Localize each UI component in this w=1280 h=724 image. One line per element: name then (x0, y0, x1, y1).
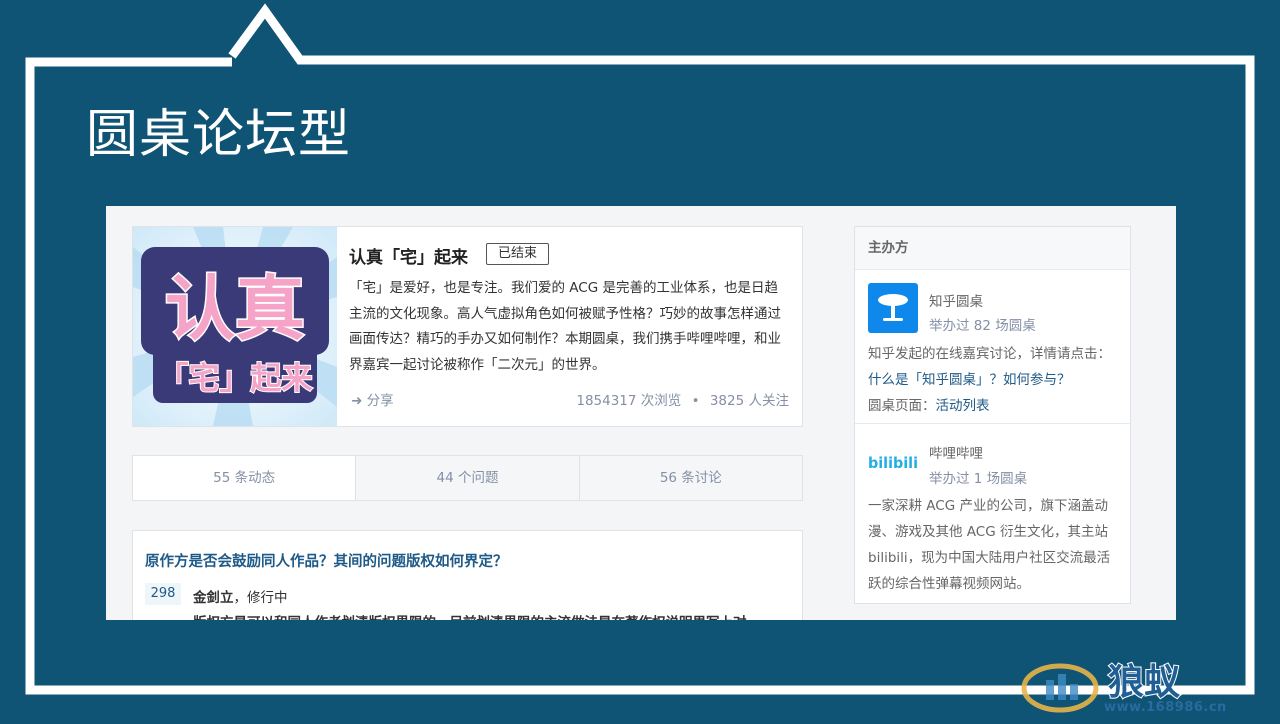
zhihu-roundtable-logo[interactable] (868, 283, 918, 333)
organizer-count: 举办过 82 场圆桌 (929, 318, 1036, 334)
follower-count: 3825 人关注 (709, 393, 789, 409)
sidebar-heading: 主办方 (855, 227, 1130, 270)
share-label: 分享 (366, 393, 394, 409)
question-card: 原作方是否会鼓励同人作品？其间的问题版权如何界定？ 298 金釗立，修行中 版权… (132, 530, 803, 620)
cover-line2: 「宅」起来 (158, 361, 313, 397)
status-badge: 已结束 (486, 243, 550, 265)
organizer-count: 举办过 1 场圆桌 (929, 471, 1028, 487)
roundtable-title[interactable]: 认真「宅」起来 (349, 243, 468, 268)
tab-questions[interactable]: 44 个问题 (355, 456, 579, 500)
slide-title: 圆桌论坛型 (86, 105, 352, 165)
roundtable-card: 认真 「宅」起来 认真「宅」起来 已结束 「宅」是爱好，也是专注。我们爱的 AC… (132, 226, 803, 427)
cover-line1: 认真 (165, 268, 305, 350)
share-button[interactable]: ➜ 分享 (351, 389, 394, 409)
roundtable-stats: 1854317 次浏览 • 3825 人关注 (576, 389, 789, 409)
org-desc-text-2: 圆桌页面： (868, 398, 936, 414)
organizer-description: 知乎发起的在线嘉宾讨论，详情请点击： 什么是「知乎圆桌」？如何参与？ 圆桌页面：活… (868, 341, 1123, 419)
organizer-bilibili: bilibili 哔哩哔哩 举办过 1 场圆桌 一家深耕 ACG 产业的公司，旗… (855, 424, 1130, 604)
cover-image[interactable]: 认真 「宅」起来 (133, 227, 337, 426)
watermark-text: 狼蚁 (1108, 661, 1181, 703)
answer-author: 金釗立，修行中 (193, 590, 288, 606)
answer-excerpt[interactable]: 版权方是可以和同人作者划清版权界限的，目前划清界限的主流做法是在著作权说明里写上… (193, 611, 747, 620)
roundtable-tabs: 55 条动态 44 个问题 56 条讨论 (132, 455, 803, 501)
organizer-zhihu: 知乎圆桌 举办过 82 场圆桌 知乎发起的在线嘉宾讨论，详情请点击： 什么是「知乎… (855, 269, 1130, 424)
org-desc-text: 知乎发起的在线嘉宾讨论，详情请点击： (868, 346, 1111, 362)
bilibili-logo-text: bilibili (868, 454, 918, 472)
view-count: 1854317 次浏览 (576, 393, 682, 409)
roundtable-screenshot: 认真 「宅」起来 认真「宅」起来 已结束 「宅」是爱好，也是专注。我们爱的 AC… (106, 206, 1176, 620)
question-title[interactable]: 原作方是否会鼓励同人作品？其间的问题版权如何界定？ (145, 550, 508, 571)
organizer-sidebar: 主办方 知乎圆桌 举办过 82 场圆桌 知乎发起的在线嘉宾讨论，详情请点击： 什么… (854, 226, 1131, 604)
stats-dot: • (691, 393, 700, 409)
what-is-roundtable-link[interactable]: 什么是「知乎圆桌」？如何参与？ (868, 372, 1071, 388)
organizer-name[interactable]: 哔哩哔哩 (929, 442, 983, 462)
tab-discussions[interactable]: 56 条讨论 (578, 456, 802, 500)
roundtable-description: 「宅」是爱好，也是专注。我们爱的 ACG 是完善的工业体系，也是日趋主流的文化现… (349, 280, 781, 373)
activity-list-link[interactable]: 活动列表 (936, 398, 990, 414)
organizer-name[interactable]: 知乎圆桌 (929, 290, 983, 310)
tab-activities[interactable]: 55 条动态 (133, 456, 356, 500)
bilibili-logo[interactable]: bilibili (868, 436, 918, 486)
vote-count[interactable]: 298 (145, 583, 181, 605)
share-icon: ➜ (351, 393, 363, 409)
watermark-url: www.168986.cn (1104, 700, 1227, 715)
author-bio: 修行中 (247, 590, 288, 606)
author-name[interactable]: 金釗立 (193, 590, 234, 606)
organizer-description: 一家深耕 ACG 产业的公司，旗下涵盖动漫、游戏及其他 ACG 衍生文化，其主站… (868, 498, 1111, 592)
